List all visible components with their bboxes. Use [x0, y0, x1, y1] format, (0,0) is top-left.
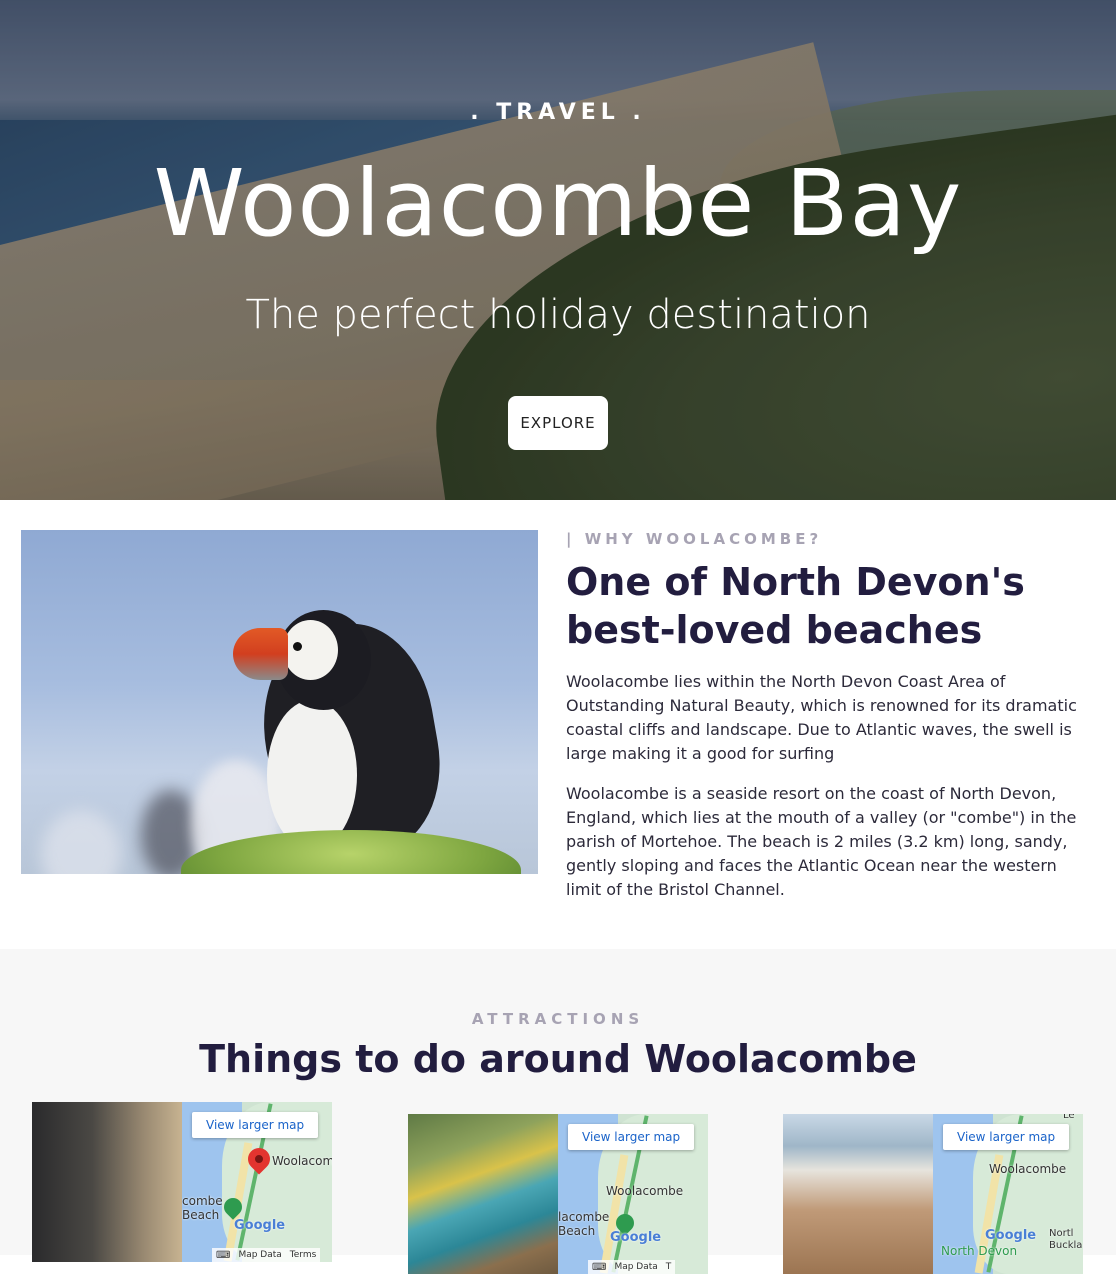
explore-button[interactable]: EXPLORE — [508, 396, 608, 450]
attraction-card: View larger map Woolacombe lacombe Beach… — [408, 1114, 708, 1274]
hero-section: . TRAVEL . Woolacombe Bay The perfect ho… — [0, 0, 1116, 500]
google-logo: Google — [985, 1228, 1037, 1243]
attractions-eyebrow: ATTRACTIONS — [471, 1010, 645, 1028]
hero-subtitle: The perfect holiday destination — [245, 292, 871, 338]
attraction-map[interactable]: View larger map Le Woolacombe Google Nor… — [933, 1114, 1083, 1274]
attraction-map[interactable]: View larger map Woolacom combe Beach Goo… — [182, 1102, 332, 1262]
map-region-label: North Devon — [941, 1244, 1018, 1258]
why-eyebrow: | WHY WOOLACOMBE? — [566, 530, 823, 548]
attraction-card: View larger map Le Woolacombe Google Nor… — [783, 1114, 1083, 1274]
view-larger-map-button[interactable]: View larger map — [192, 1112, 319, 1138]
map-corner-label: Le — [1063, 1114, 1075, 1121]
hero-eyebrow: . TRAVEL . — [470, 100, 646, 125]
map-place-label: Woolacombe — [606, 1184, 684, 1198]
hero-title: Woolacombe Bay — [153, 150, 963, 257]
map-place-label: Woolacom — [272, 1154, 332, 1168]
google-logo: Google — [610, 1230, 662, 1245]
map-beach-label: lacombe Beach — [558, 1210, 610, 1238]
attraction-photo — [408, 1114, 558, 1274]
view-larger-map-button[interactable]: View larger map — [943, 1124, 1070, 1150]
view-larger-map-button[interactable]: View larger map — [568, 1124, 695, 1150]
why-section: | WHY WOOLACOMBE? One of North Devon's b… — [0, 500, 1116, 949]
map-town-label: Nortl Buckla — [1049, 1228, 1083, 1251]
attraction-photo — [783, 1114, 933, 1274]
attraction-map[interactable]: View larger map Woolacombe lacombe Beach… — [558, 1114, 708, 1274]
keyboard-icon[interactable]: ⌨ — [592, 1262, 606, 1273]
attraction-card: View larger map Woolacom combe Beach Goo… — [32, 1102, 332, 1262]
map-footer: ⌨ Map Data Terms — [212, 1248, 321, 1262]
attractions-section: ATTRACTIONS Things to do around Woolacom… — [0, 949, 1116, 1274]
attraction-photo — [32, 1102, 182, 1262]
attractions-title: Things to do around Woolacombe — [199, 1037, 917, 1081]
map-place-label: Woolacombe — [989, 1162, 1067, 1176]
why-paragraph-1: Woolacombe lies within the North Devon C… — [566, 672, 1077, 763]
puffin-image — [21, 530, 538, 874]
google-logo: Google — [234, 1218, 286, 1233]
why-title: One of North Devon's best-loved beaches — [566, 560, 1025, 652]
why-paragraph-2: Woolacombe is a seaside resort on the co… — [566, 784, 1077, 899]
keyboard-icon[interactable]: ⌨ — [216, 1250, 230, 1261]
map-footer: ⌨ Map Data T — [588, 1260, 676, 1274]
